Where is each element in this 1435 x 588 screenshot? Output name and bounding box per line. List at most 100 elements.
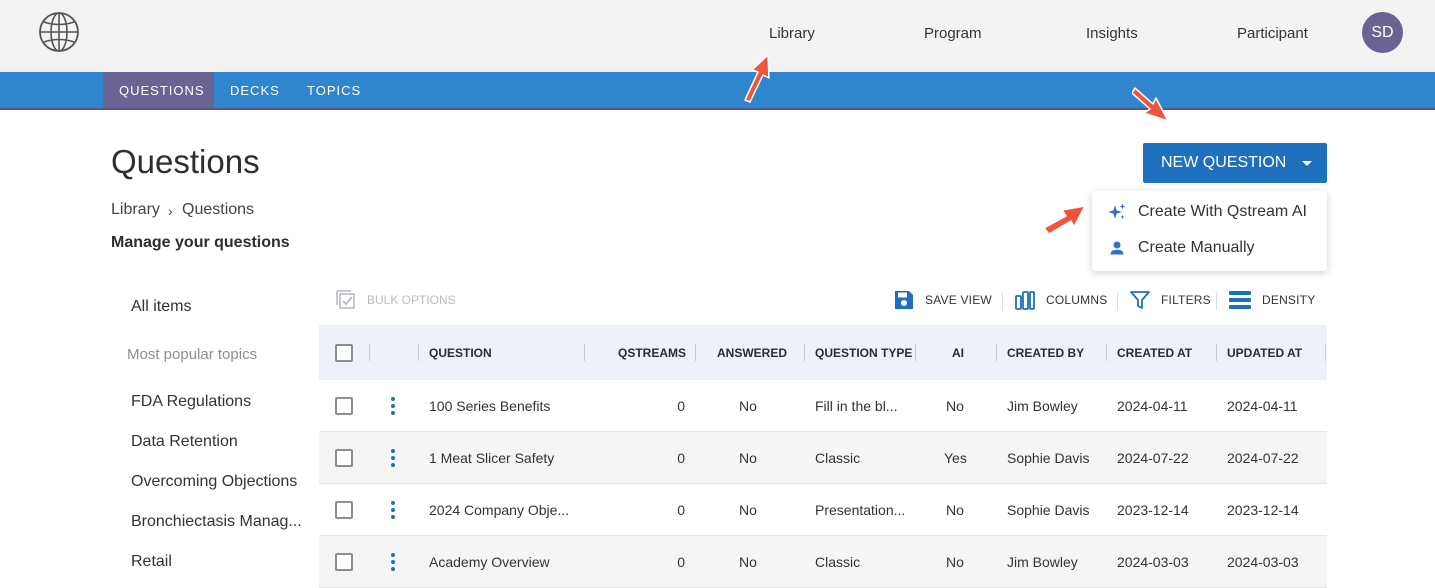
library-tab-bar: QUESTIONS DECKS TOPICS <box>0 72 1435 110</box>
columns-icon <box>1015 291 1035 310</box>
density-button[interactable]: DENSITY <box>1228 288 1315 312</box>
table-row[interactable]: Academy Overview 0 No Classic No Jim Bow… <box>319 536 1327 588</box>
row-actions-kebab-icon[interactable] <box>391 501 395 519</box>
cell-updated-at: 2023-12-14 <box>1227 502 1299 518</box>
new-question-menu: Create With Qstream AI Create Manually <box>1092 191 1327 271</box>
cell-answered: No <box>739 450 757 466</box>
sidebar-topic-fda[interactable]: FDA Regulations <box>131 393 251 411</box>
page-subtitle: Manage your questions <box>111 234 290 251</box>
table-header: QUESTION QSTREAMS ANSWERED QUESTION TYPE… <box>319 325 1327 380</box>
annotation-arrow-icon <box>1043 205 1086 235</box>
cell-updated-at: 2024-07-22 <box>1227 450 1299 466</box>
user-avatar[interactable]: SD <box>1362 12 1403 53</box>
column-header-question-type[interactable]: QUESTION TYPE <box>815 325 912 380</box>
cell-ai: No <box>946 554 964 570</box>
cell-created-by: Sophie Davis <box>1007 450 1090 466</box>
column-divider <box>369 344 370 361</box>
cell-qstreams: 0 <box>677 554 685 570</box>
column-header-created-at[interactable]: CREATED AT <box>1117 325 1192 380</box>
menu-item-create-with-ai[interactable]: Create With Qstream AI <box>1092 194 1327 230</box>
tab-topics[interactable]: TOPICS <box>307 72 361 108</box>
row-checkbox[interactable] <box>335 397 353 415</box>
cell-qstreams: 0 <box>677 450 685 466</box>
column-divider <box>1106 344 1107 361</box>
filter-icon <box>1130 291 1150 309</box>
cell-created-at: 2023-12-14 <box>1117 502 1189 518</box>
menu-item-create-manually[interactable]: Create Manually <box>1092 230 1327 266</box>
column-divider <box>584 344 585 361</box>
new-question-label: NEW QUESTION <box>1161 154 1287 171</box>
menu-item-label: Create With Qstream AI <box>1138 203 1307 220</box>
sparkles-icon <box>1108 203 1126 219</box>
breadcrumb-separator: › <box>168 203 173 219</box>
page-title: Questions <box>111 143 260 180</box>
cell-answered: No <box>739 502 757 518</box>
cell-updated-at: 2024-03-03 <box>1227 554 1299 570</box>
save-view-button[interactable]: SAVE VIEW <box>893 288 992 312</box>
column-header-qstreams[interactable]: QSTREAMS <box>618 325 686 380</box>
select-all-checkbox[interactable] <box>335 344 353 362</box>
column-divider <box>418 344 419 361</box>
filters-label: FILTERS <box>1161 293 1211 307</box>
cell-ai: Yes <box>944 450 967 466</box>
bulk-check-icon <box>336 290 355 309</box>
sidebar-topic-objections[interactable]: Overcoming Objections <box>131 473 297 491</box>
nav-program[interactable]: Program <box>924 25 982 42</box>
table-row[interactable]: 2024 Company Obje... 0 No Presentation..… <box>319 484 1327 536</box>
cell-ai: No <box>946 398 964 414</box>
new-question-button[interactable]: NEW QUESTION <box>1143 143 1327 183</box>
cell-created-at: 2024-07-22 <box>1117 450 1189 466</box>
density-icon <box>1229 291 1251 309</box>
globe-logo-icon[interactable] <box>38 11 80 53</box>
save-view-label: SAVE VIEW <box>925 293 992 307</box>
breadcrumb-library[interactable]: Library <box>111 201 160 219</box>
sidebar-topic-data-retention[interactable]: Data Retention <box>131 433 238 451</box>
cell-created-by: Jim Bowley <box>1007 554 1078 570</box>
cell-updated-at: 2024-04-11 <box>1227 398 1298 414</box>
save-icon <box>895 291 913 309</box>
cell-question-type: Classic <box>815 554 861 570</box>
toolbar-divider <box>1117 292 1118 310</box>
table-row[interactable]: 100 Series Benefits 0 No Fill in the bl.… <box>319 380 1327 432</box>
filters-button[interactable]: FILTERS <box>1129 288 1211 312</box>
table-row[interactable]: 1 Meat Slicer Safety 0 No Classic Yes So… <box>319 432 1327 484</box>
cell-question[interactable]: Academy Overview <box>429 536 550 588</box>
row-actions-kebab-icon[interactable] <box>391 397 395 415</box>
sidebar-topic-bronchiectasis[interactable]: Bronchiectasis Manag... <box>131 513 302 531</box>
tab-questions[interactable]: QUESTIONS <box>103 72 214 108</box>
column-divider <box>1325 344 1326 361</box>
column-header-answered[interactable]: ANSWERED <box>717 325 787 380</box>
sidebar-topic-retail[interactable]: Retail <box>131 553 172 571</box>
nav-participant[interactable]: Participant <box>1237 25 1308 42</box>
density-label: DENSITY <box>1262 293 1316 307</box>
column-header-question[interactable]: QUESTION <box>429 325 492 380</box>
row-checkbox[interactable] <box>335 553 353 571</box>
bulk-options-button[interactable]: BULK OPTIONS <box>335 289 456 311</box>
cell-question-type: Classic <box>815 450 861 466</box>
nav-library[interactable]: Library <box>769 25 815 42</box>
nav-insights[interactable]: Insights <box>1086 25 1138 42</box>
toolbar-divider <box>1216 292 1217 310</box>
row-checkbox[interactable] <box>335 501 353 519</box>
tab-decks[interactable]: DECKS <box>230 72 280 108</box>
breadcrumb-questions: Questions <box>182 201 255 218</box>
row-checkbox[interactable] <box>335 449 353 467</box>
cell-answered: No <box>739 554 757 570</box>
column-header-created-by[interactable]: CREATED BY <box>1007 325 1084 380</box>
cell-created-at: 2024-03-03 <box>1117 554 1189 570</box>
cell-question[interactable]: 2024 Company Obje... <box>429 484 569 536</box>
row-actions-kebab-icon[interactable] <box>391 553 395 571</box>
column-divider <box>695 344 696 361</box>
bulk-options-label: BULK OPTIONS <box>367 293 456 307</box>
toolbar-divider <box>1002 292 1003 310</box>
column-header-updated-at[interactable]: UPDATED AT <box>1227 325 1302 380</box>
row-actions-kebab-icon[interactable] <box>391 449 395 467</box>
sidebar-all-items[interactable]: All items <box>131 298 191 316</box>
cell-created-by: Jim Bowley <box>1007 398 1078 414</box>
cell-question[interactable]: 1 Meat Slicer Safety <box>429 432 554 484</box>
column-header-ai[interactable]: AI <box>952 325 964 380</box>
cell-question-type: Fill in the bl... <box>815 398 898 414</box>
cell-question[interactable]: 100 Series Benefits <box>429 380 550 432</box>
cell-ai: No <box>946 502 964 518</box>
columns-button[interactable]: COLUMNS <box>1014 288 1107 312</box>
